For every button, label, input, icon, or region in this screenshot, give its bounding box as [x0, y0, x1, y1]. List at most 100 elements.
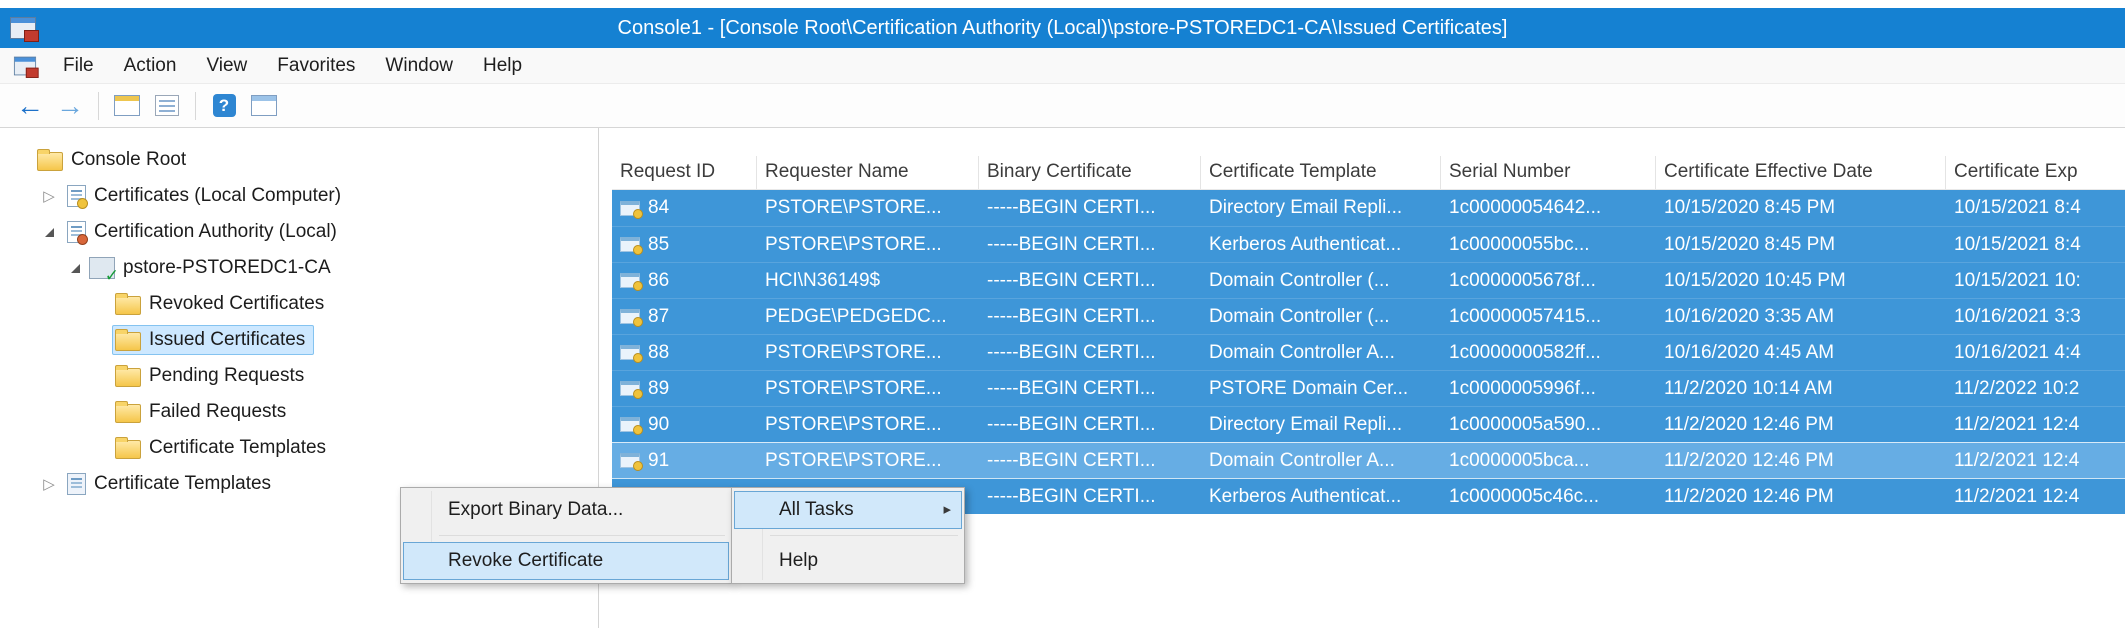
cell-requester-name: HCI\N36149$: [757, 263, 979, 298]
certificate-templates-icon: [67, 473, 86, 495]
cell-certificate-template: Kerberos Authenticat...: [1201, 479, 1441, 514]
cell-certificate-effective-date: 11/2/2020 12:46 PM: [1656, 443, 1946, 478]
certificate-icon: [620, 309, 640, 324]
menu-item-label: Help: [779, 550, 818, 571]
tree-item-pending-requests[interactable]: Pending Requests: [0, 358, 598, 394]
menu-favorites[interactable]: Favorites: [262, 48, 370, 83]
toolbar-separator: [98, 92, 99, 120]
tree-item-revoked-certificates[interactable]: Revoked Certificates: [0, 286, 598, 322]
cell-requester-name: PEDGE\PEDGEDC...: [757, 299, 979, 334]
cell-requester-name: PSTORE\PSTORE...: [757, 190, 979, 226]
cell-requester-name: PSTORE\PSTORE...: [757, 407, 979, 442]
cell-request-id: 90: [612, 407, 757, 442]
cell-certificate-expiration: 10/15/2021 8:4: [1946, 227, 2125, 262]
tree-item-pstore-pstoredc1-ca[interactable]: pstore-PSTOREDC1-CA: [0, 250, 598, 286]
column-header-binary-certificate[interactable]: Binary Certificate: [979, 156, 1201, 189]
menu-action[interactable]: Action: [109, 48, 192, 83]
menu-item-all-tasks[interactable]: All Tasks ▸: [734, 491, 962, 529]
show-console-tree-icon[interactable]: [108, 89, 146, 123]
properties-icon[interactable]: [245, 89, 283, 123]
tree-item-label: Console Root: [71, 149, 186, 171]
column-header-serial-number[interactable]: Serial Number: [1441, 156, 1656, 189]
column-header-certificate-template[interactable]: Certificate Template: [1201, 156, 1441, 189]
cell-binary-certificate: -----BEGIN CERTI...: [979, 263, 1201, 298]
tree-item-failed-requests[interactable]: Failed Requests: [0, 394, 598, 430]
titlebar: Console1 - [Console Root\Certification A…: [0, 8, 2125, 48]
menu-help[interactable]: Help: [468, 48, 537, 83]
tree-item-console-root[interactable]: Console Root: [0, 142, 598, 178]
chevron-expanded-icon[interactable]: [38, 228, 60, 237]
cell-request-id: 86: [612, 263, 757, 298]
cell-certificate-effective-date: 10/15/2020 10:45 PM: [1656, 263, 1946, 298]
tree-item-issued-certificates[interactable]: Issued Certificates: [0, 322, 598, 358]
cell-binary-certificate: -----BEGIN CERTI...: [979, 407, 1201, 442]
menu-item-revoke-certificate[interactable]: Revoke Certificate: [403, 542, 729, 580]
window-title: Console1 - [Console Root\Certification A…: [0, 17, 2125, 40]
cell-certificate-effective-date: 10/16/2020 4:45 AM: [1656, 335, 1946, 370]
cell-binary-certificate: -----BEGIN CERTI...: [979, 479, 1201, 514]
cell-certificate-template: Domain Controller A...: [1201, 335, 1441, 370]
cell-certificate-expiration: 10/16/2021 3:3: [1946, 299, 2125, 334]
table-row[interactable]: 89PSTORE\PSTORE...-----BEGIN CERTI...PST…: [612, 370, 2125, 406]
tree-item-label: pstore-PSTOREDC1-CA: [123, 257, 331, 279]
column-header-certificate-expiration[interactable]: Certificate Exp: [1946, 156, 2125, 189]
cell-binary-certificate: -----BEGIN CERTI...: [979, 371, 1201, 406]
cell-certificate-template: Directory Email Repli...: [1201, 407, 1441, 442]
table-row[interactable]: 84PSTORE\PSTORE...-----BEGIN CERTI...Dir…: [612, 190, 2125, 226]
tree-item-certificates-local-computer[interactable]: Certificates (Local Computer): [0, 178, 598, 214]
cell-serial-number: 1c00000057415...: [1441, 299, 1656, 334]
help-icon[interactable]: [205, 89, 243, 123]
cell-serial-number: 1c00000054642...: [1441, 190, 1656, 226]
cell-certificate-expiration: 11/2/2021 12:4: [1946, 443, 2125, 478]
cell-certificate-expiration: 11/2/2022 10:2: [1946, 371, 2125, 406]
cell-certificate-expiration: 10/16/2021 4:4: [1946, 335, 2125, 370]
column-header-certificate-effective-date[interactable]: Certificate Effective Date: [1656, 156, 1946, 189]
ca-server-icon: [89, 257, 115, 279]
cell-binary-certificate: -----BEGIN CERTI...: [979, 227, 1201, 262]
table-row[interactable]: 85PSTORE\PSTORE...-----BEGIN CERTI...Ker…: [612, 226, 2125, 262]
tree-item-certificate-templates-folder[interactable]: Certificate Templates: [0, 430, 598, 466]
cell-request-id: 91: [612, 443, 757, 478]
export-list-icon[interactable]: [148, 89, 186, 123]
menu-file[interactable]: File: [48, 48, 109, 83]
cell-requester-name: PSTORE\PSTORE...: [757, 443, 979, 478]
column-header-request-id[interactable]: Request ID: [612, 156, 757, 189]
folder-icon: [115, 404, 141, 423]
chevron-collapsed-icon[interactable]: [38, 187, 60, 205]
cell-certificate-template: Domain Controller (...: [1201, 263, 1441, 298]
toolbar-separator: [195, 92, 196, 120]
menu-item-label: All Tasks: [779, 499, 854, 520]
table-row[interactable]: 86HCI\N36149$-----BEGIN CERTI...Domain C…: [612, 262, 2125, 298]
certificate-icon: [620, 237, 640, 252]
forward-icon[interactable]: [51, 89, 89, 123]
cell-requester-name: PSTORE\PSTORE...: [757, 371, 979, 406]
chevron-collapsed-icon[interactable]: [38, 475, 60, 493]
cell-certificate-expiration: 11/2/2021 12:4: [1946, 479, 2125, 514]
cell-certificate-effective-date: 11/2/2020 12:46 PM: [1656, 407, 1946, 442]
table-row[interactable]: 88PSTORE\PSTORE...-----BEGIN CERTI...Dom…: [612, 334, 2125, 370]
cell-requester-name: PSTORE\PSTORE...: [757, 335, 979, 370]
table-row[interactable]: 90PSTORE\PSTORE...-----BEGIN CERTI...Dir…: [612, 406, 2125, 442]
cell-request-id: 84: [612, 190, 757, 226]
cell-serial-number: 1c0000005c46c...: [1441, 479, 1656, 514]
cell-serial-number: 1c00000055bc...: [1441, 227, 1656, 262]
chevron-expanded-icon[interactable]: [64, 264, 86, 273]
menubar: File Action View Favorites Window Help: [0, 48, 2125, 84]
cell-request-id: 88: [612, 335, 757, 370]
cell-certificate-template: Kerberos Authenticat...: [1201, 227, 1441, 262]
menu-item-help[interactable]: Help: [734, 542, 962, 580]
menu-item-export-binary-data[interactable]: Export Binary Data...: [403, 491, 729, 529]
table-row[interactable]: 87PEDGE\PEDGEDC...-----BEGIN CERTI...Dom…: [612, 298, 2125, 334]
menu-window[interactable]: Window: [370, 48, 468, 83]
tree-item-certification-authority-local[interactable]: Certification Authority (Local): [0, 214, 598, 250]
console-window-icon[interactable]: [14, 56, 36, 75]
cell-certificate-effective-date: 11/2/2020 10:14 AM: [1656, 371, 1946, 406]
folder-icon: [115, 368, 141, 387]
back-icon[interactable]: [11, 89, 49, 123]
column-header-requester-name[interactable]: Requester Name: [757, 156, 979, 189]
certificate-icon: [620, 345, 640, 360]
menu-view[interactable]: View: [191, 48, 262, 83]
table-row[interactable]: 91PSTORE\PSTORE...-----BEGIN CERTI...Dom…: [612, 442, 2125, 478]
context-menu: All Tasks ▸ Help: [731, 487, 965, 584]
cell-binary-certificate: -----BEGIN CERTI...: [979, 299, 1201, 334]
